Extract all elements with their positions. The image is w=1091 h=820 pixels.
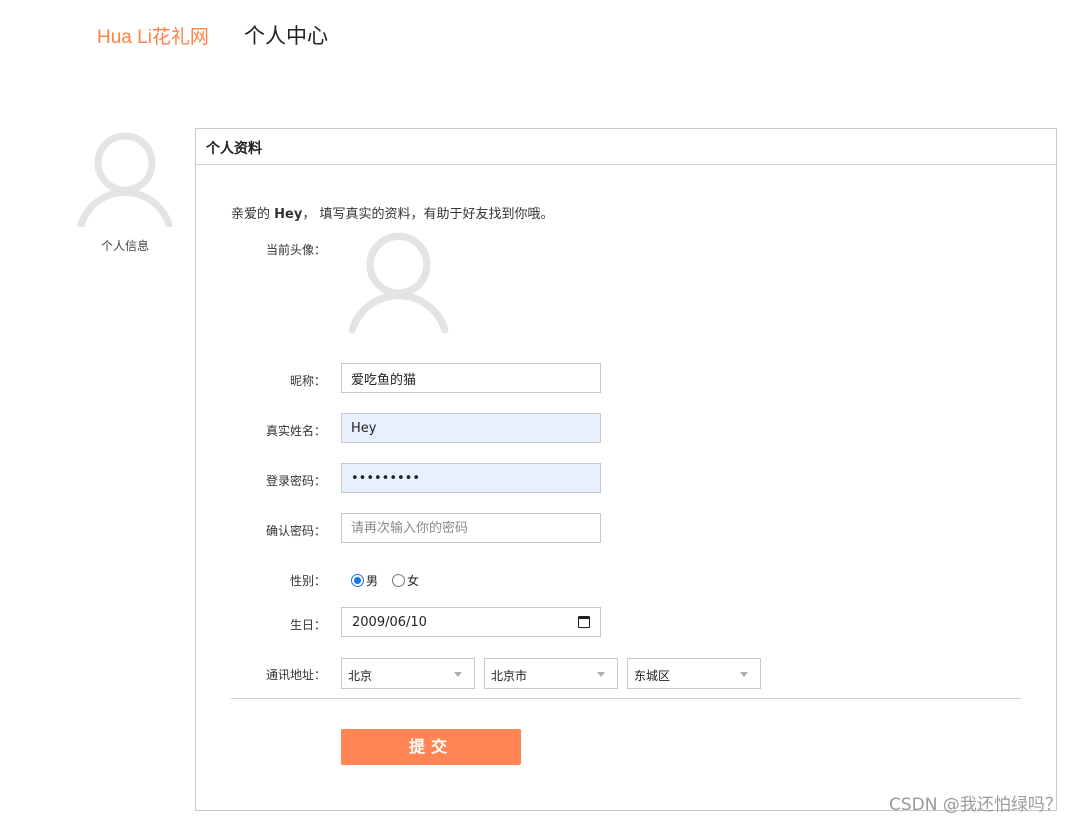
province-select[interactable]: 北京 [341, 658, 475, 689]
birthday-input[interactable]: 2009/06/10 [341, 607, 601, 637]
gender-male-label[interactable]: 男 [366, 572, 378, 589]
nickname-input[interactable] [341, 363, 601, 393]
greeting-text: 亲爱的 Hey， 填写真实的资料，有助于好友找到你哦。 [231, 203, 553, 222]
user-avatar-icon [75, 127, 175, 229]
chevron-down-icon [454, 672, 462, 677]
district-select[interactable]: 东城区 [627, 658, 761, 689]
chevron-down-icon [740, 672, 748, 677]
brand-logo[interactable]: Hua Li花礼网 [97, 22, 209, 49]
birthday-label: 生日： [289, 618, 326, 632]
nickname-label: 昵称： [289, 374, 326, 388]
user-avatar-icon[interactable] [346, 229, 451, 334]
greeting-prefix: 亲爱的 [231, 207, 271, 222]
realname-label: 真实姓名： [265, 424, 326, 438]
sidebar-item-profile[interactable]: 个人信息 [95, 237, 155, 254]
password-input[interactable] [341, 463, 601, 493]
gender-female-label[interactable]: 女 [407, 572, 419, 589]
header: Hua Li花礼网 个人中心 [0, 0, 1091, 70]
gender-male-radio[interactable] [351, 573, 364, 587]
page-title: 个人中心 [244, 24, 328, 48]
birthday-value: 2009/06/10 [352, 615, 427, 630]
province-value: 北京 [348, 669, 373, 683]
realname-input[interactable] [341, 413, 601, 443]
divider [231, 698, 1021, 699]
district-value: 东城区 [634, 669, 671, 683]
submit-button[interactable]: 提交 [341, 729, 521, 765]
gender-label: 性别： [289, 574, 326, 588]
gender-female-radio[interactable] [392, 573, 406, 587]
confirm-password-label: 确认密码： [265, 524, 326, 538]
gender-radio-group: 男 女 [351, 571, 433, 589]
city-select[interactable]: 北京市 [484, 658, 618, 689]
address-label: 通讯地址： [265, 668, 326, 682]
city-value: 北京市 [491, 669, 528, 683]
chevron-down-icon [597, 672, 605, 677]
calendar-icon[interactable] [578, 616, 590, 628]
confirm-password-input[interactable] [341, 513, 601, 543]
profile-panel: 个人资料 亲爱的 Hey， 填写真实的资料，有助于好友找到你哦。 当前头像： 昵… [195, 128, 1057, 811]
password-label: 登录密码： [265, 474, 326, 488]
panel-header: 个人资料 [196, 129, 1056, 165]
avatar-label: 当前头像： [265, 243, 326, 257]
panel-title: 个人资料 [206, 141, 262, 157]
greeting-suffix: ， 填写真实的资料，有助于好友找到你哦。 [302, 207, 554, 222]
watermark: CSDN @我还怕绿吗？ [889, 795, 1062, 815]
greeting-name: Hey [274, 207, 303, 222]
